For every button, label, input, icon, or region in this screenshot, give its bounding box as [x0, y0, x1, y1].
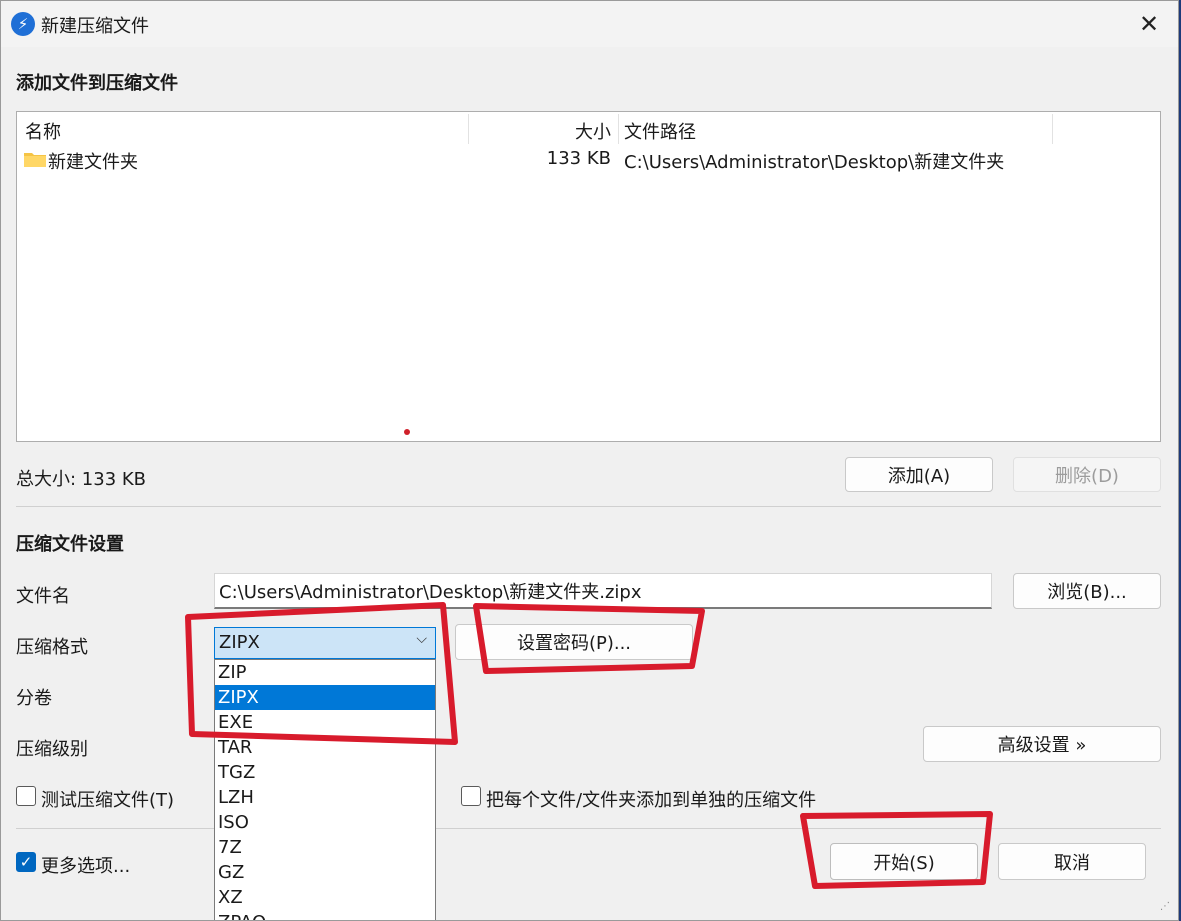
- split-label: 分卷: [16, 688, 52, 709]
- format-option-selected[interactable]: ZIPX: [215, 685, 435, 710]
- format-option[interactable]: EXE: [215, 710, 435, 735]
- more-options-label[interactable]: 更多选项...: [41, 852, 130, 878]
- column-header-size[interactable]: 大小: [469, 118, 611, 144]
- file-row-size: 133 KB: [546, 148, 611, 169]
- total-size-label: 总大小: 133 KB: [16, 469, 147, 490]
- set-password-button[interactable]: 设置密码(P)...: [455, 624, 693, 660]
- start-button[interactable]: 开始(S): [830, 843, 978, 880]
- title-bar: ⚡ 新建压缩文件 ✕: [1, 1, 1178, 47]
- file-row-name[interactable]: 新建文件夹: [48, 148, 138, 174]
- format-option[interactable]: ZPAQ: [215, 910, 435, 920]
- add-section-title: 添加文件到压缩文件: [16, 73, 178, 94]
- format-option[interactable]: TGZ: [215, 760, 435, 785]
- column-header-name[interactable]: 名称: [25, 118, 61, 144]
- footer-divider: [16, 828, 1161, 829]
- file-row-path: C:\Users\Administrator\Desktop\新建文件夹: [624, 152, 1005, 173]
- format-label: 压缩格式: [16, 637, 88, 658]
- format-dropdown-list[interactable]: ZIP ZIPX EXE TAR TGZ LZH ISO 7Z GZ XZ ZP…: [214, 659, 436, 920]
- format-option[interactable]: 7Z: [215, 835, 435, 860]
- app-logo-icon: ⚡: [11, 12, 35, 36]
- filename-label: 文件名: [16, 586, 70, 607]
- folder-icon: [24, 153, 46, 167]
- format-select[interactable]: ZIPX ⌵: [214, 627, 436, 659]
- format-option[interactable]: ZIP: [215, 660, 435, 685]
- delete-button[interactable]: 删除(D): [1013, 457, 1161, 492]
- filename-input[interactable]: [214, 573, 992, 609]
- advanced-settings-button[interactable]: 高级设置 »: [923, 726, 1161, 762]
- add-button[interactable]: 添加(A): [845, 457, 993, 492]
- column-separator[interactable]: [1052, 114, 1053, 144]
- close-icon: ✕: [1138, 10, 1160, 38]
- chevron-down-icon: ⌵: [416, 631, 427, 647]
- format-option[interactable]: XZ: [215, 885, 435, 910]
- close-button[interactable]: ✕: [1134, 9, 1164, 39]
- level-label: 压缩级别: [16, 739, 88, 760]
- format-option[interactable]: GZ: [215, 860, 435, 885]
- test-archive-checkbox[interactable]: [16, 786, 36, 806]
- browse-button[interactable]: 浏览(B)...: [1013, 573, 1161, 609]
- column-separator[interactable]: [618, 114, 619, 144]
- window-title: 新建压缩文件: [41, 16, 149, 37]
- section-divider: [16, 506, 1161, 507]
- checkmark-icon: ✓: [19, 853, 33, 871]
- format-option[interactable]: TAR: [215, 735, 435, 760]
- cancel-button[interactable]: 取消: [998, 843, 1146, 880]
- format-option[interactable]: ISO: [215, 810, 435, 835]
- column-header-path[interactable]: 文件路径: [624, 118, 696, 144]
- format-option[interactable]: LZH: [215, 785, 435, 810]
- test-archive-label[interactable]: 测试压缩文件(T): [41, 786, 174, 812]
- format-selected-value: ZIPX: [219, 632, 260, 653]
- more-options-checkbox[interactable]: ✓: [16, 852, 36, 872]
- separate-archives-label[interactable]: 把每个文件/文件夹添加到单独的压缩文件: [486, 786, 816, 812]
- resize-grip-icon[interactable]: ⋰: [1160, 901, 1170, 912]
- file-list[interactable]: 名称 大小 文件路径 新建文件夹 133 KB C:\Users\Adminis…: [16, 111, 1161, 442]
- compress-dialog: ⚡ 新建压缩文件 ✕ 添加文件到压缩文件 名称 大小 文件路径 新建文件夹 13…: [0, 0, 1179, 921]
- settings-section-title: 压缩文件设置: [16, 534, 124, 555]
- separate-archives-checkbox[interactable]: [461, 786, 481, 806]
- red-dot-marker: [404, 429, 410, 435]
